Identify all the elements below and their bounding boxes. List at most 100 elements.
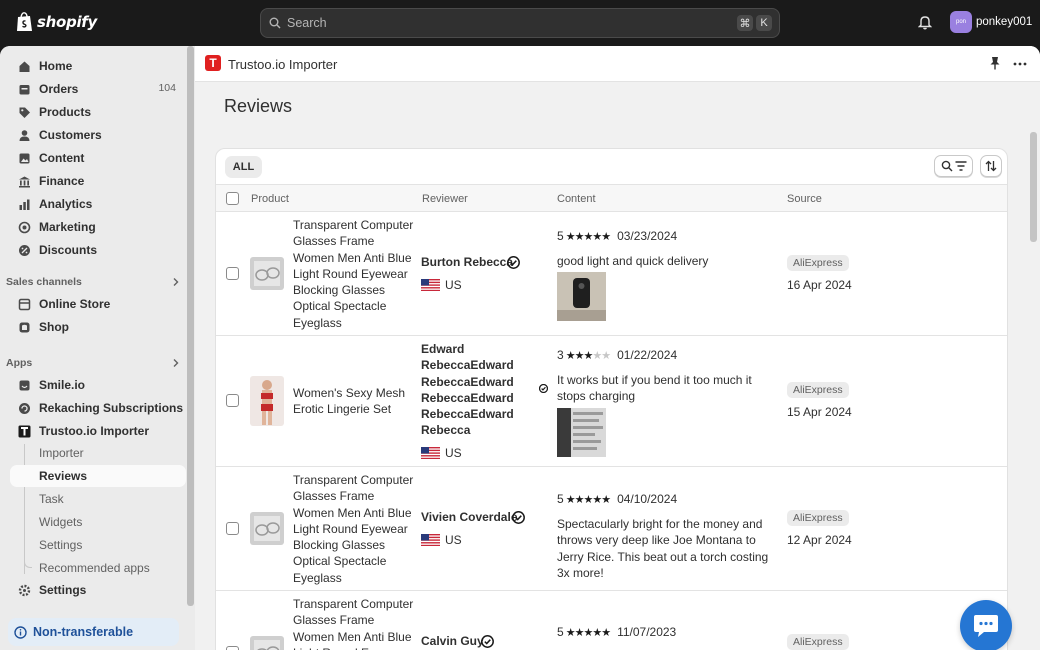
- source-badge: AliExpress: [787, 255, 849, 271]
- row-checkbox[interactable]: [226, 394, 239, 407]
- sidebar-subitem-settings[interactable]: Settings: [10, 534, 186, 556]
- sidebar-item-customers[interactable]: Customers: [10, 124, 186, 146]
- star-filled-icon: ★: [565, 493, 576, 506]
- star-rating-icon: ★★★★★: [566, 626, 611, 639]
- sidebar-subitem-importer[interactable]: Importer: [10, 442, 186, 464]
- sidebar-item-label: Shop: [39, 320, 69, 334]
- sidebar-item-products[interactable]: Products: [10, 101, 186, 123]
- sidebar-item-label: Settings: [39, 583, 87, 597]
- orders-icon: [18, 83, 31, 96]
- tag-icon: [18, 106, 31, 119]
- product-name[interactable]: Women's Sexy Mesh Erotic Lingerie Set: [293, 385, 417, 418]
- sidebar-subitem-task[interactable]: Task: [10, 488, 186, 510]
- star-filled-icon: ★: [583, 493, 593, 506]
- row-checkbox[interactable]: [226, 522, 239, 535]
- product-name[interactable]: Transparent Computer Glasses Frame Women…: [293, 596, 417, 650]
- sidebar-subitem-reviews[interactable]: Reviews: [10, 465, 186, 487]
- column-header-content: Content: [557, 193, 596, 205]
- search-input[interactable]: Search ⌘ K: [260, 8, 780, 38]
- non-transferable-banner[interactable]: Non-transferable: [8, 618, 179, 646]
- pin-icon[interactable]: [989, 56, 1001, 70]
- notifications-bell-icon[interactable]: [918, 15, 932, 30]
- chevron-right-icon: [173, 359, 179, 367]
- sidebar-subitem-label: Importer: [39, 446, 84, 460]
- avatar[interactable]: pon: [950, 11, 972, 33]
- main-content: T Trustoo.io Importer Reviews ALL Produc…: [195, 46, 1040, 650]
- trustoo-logo-icon: T: [205, 55, 221, 71]
- refresh-icon: [18, 402, 31, 415]
- table-row[interactable]: Transparent Computer Glasses Frame Women…: [216, 212, 1007, 336]
- sidebar-subitem-widgets[interactable]: Widgets: [10, 511, 186, 533]
- review-content: good light and quick delivery: [557, 254, 709, 268]
- search-placeholder: Search: [287, 16, 327, 30]
- rating-value: 5: [557, 492, 564, 506]
- sidebar-item-smile-io[interactable]: Smile.io: [10, 374, 186, 396]
- sidebar-subitem-recommended-apps[interactable]: Recommended apps: [10, 557, 186, 579]
- brand-name: shopify: [37, 13, 97, 31]
- sidebar-item-finance[interactable]: Finance: [10, 170, 186, 192]
- filter-icon: [955, 161, 966, 171]
- sidebar-scrollbar[interactable]: [187, 46, 194, 606]
- reviewer-name: Calvin Guy: [421, 634, 484, 648]
- review-photo[interactable]: [557, 272, 606, 321]
- search-filter-button[interactable]: [934, 155, 973, 177]
- sidebar-item-settings[interactable]: Settings: [10, 579, 186, 601]
- verified-badge-icon: [507, 256, 520, 269]
- rating-value: 5: [557, 229, 564, 243]
- source-badge: AliExpress: [787, 634, 849, 650]
- sidebar-item-online-store[interactable]: Online Store: [10, 293, 186, 315]
- shopify-logo[interactable]: shopify: [16, 12, 97, 32]
- sidebar-item-discounts[interactable]: Discounts: [10, 239, 186, 261]
- apps-label: Apps: [6, 357, 33, 369]
- more-actions-icon[interactable]: [1013, 62, 1027, 66]
- sidebar-item-label: Rekaching Subscriptions: [39, 401, 184, 415]
- table-row[interactable]: Transparent Computer Glasses Frame Women…: [216, 467, 1007, 591]
- star-rating-icon: ★★★★★: [566, 230, 611, 243]
- sidebar-item-orders[interactable]: Orders 104: [10, 78, 186, 100]
- sidebar-item-trustoo-importer[interactable]: Trustoo.io Importer: [10, 420, 186, 442]
- sidebar: Home Orders 104 Products Customers Conte…: [0, 46, 186, 650]
- review-date: 11/07/2023: [617, 625, 677, 639]
- source-badge: AliExpress: [787, 382, 849, 398]
- verified-badge-icon: [539, 384, 548, 393]
- sidebar-item-content[interactable]: Content: [10, 147, 186, 169]
- sidebar-item-marketing[interactable]: Marketing: [10, 216, 186, 238]
- rating-value: 5: [557, 625, 564, 639]
- product-thumbnail: [250, 257, 284, 290]
- page-title: Reviews: [224, 96, 293, 116]
- search-icon: [269, 17, 281, 29]
- row-checkbox[interactable]: [226, 646, 239, 650]
- apps-header[interactable]: Apps: [6, 357, 184, 369]
- chat-launcher-button[interactable]: [960, 600, 1012, 650]
- sidebar-item-rekaching[interactable]: Rekaching Subscriptions: [10, 397, 186, 419]
- rating-value: 3: [557, 348, 564, 362]
- table-row[interactable]: Transparent Computer Glasses Frame Women…: [216, 591, 1007, 650]
- admin-frame: Home Orders 104 Products Customers Conte…: [0, 46, 1040, 650]
- product-name[interactable]: Transparent Computer Glasses Frame Women…: [293, 472, 417, 586]
- sidebar-item-label: Orders: [39, 82, 79, 96]
- sidebar-item-analytics[interactable]: Analytics: [10, 193, 186, 215]
- shortcut-cmd-key: ⌘: [737, 15, 753, 31]
- sidebar-item-label: Products: [39, 105, 92, 119]
- username[interactable]: ponkey001: [976, 16, 1032, 28]
- main-scrollbar[interactable]: [1030, 132, 1037, 242]
- star-filled-icon: ★: [592, 230, 602, 243]
- person-icon: [18, 129, 31, 142]
- sidebar-item-shop[interactable]: Shop: [10, 316, 186, 338]
- review-photo[interactable]: [557, 408, 606, 457]
- tab-all[interactable]: ALL: [225, 156, 262, 178]
- select-all-checkbox[interactable]: [226, 192, 239, 205]
- star-filled-icon: ★: [601, 626, 611, 639]
- product-name[interactable]: Transparent Computer Glasses Frame Women…: [293, 217, 417, 331]
- sort-button[interactable]: [980, 155, 1002, 177]
- chevron-right-icon: [173, 278, 179, 286]
- sales-channels-header[interactable]: Sales channels: [6, 276, 184, 288]
- star-filled-icon: ★: [583, 349, 593, 362]
- reviewer-country: US: [421, 446, 462, 460]
- sidebar-item-home[interactable]: Home: [10, 55, 186, 77]
- review-date: 04/10/2024: [617, 492, 678, 506]
- row-checkbox[interactable]: [226, 267, 239, 280]
- us-flag-icon: [421, 447, 440, 459]
- product-thumbnail: [250, 512, 284, 545]
- table-row[interactable]: Women's Sexy Mesh Erotic Lingerie Set Ed…: [216, 336, 1007, 467]
